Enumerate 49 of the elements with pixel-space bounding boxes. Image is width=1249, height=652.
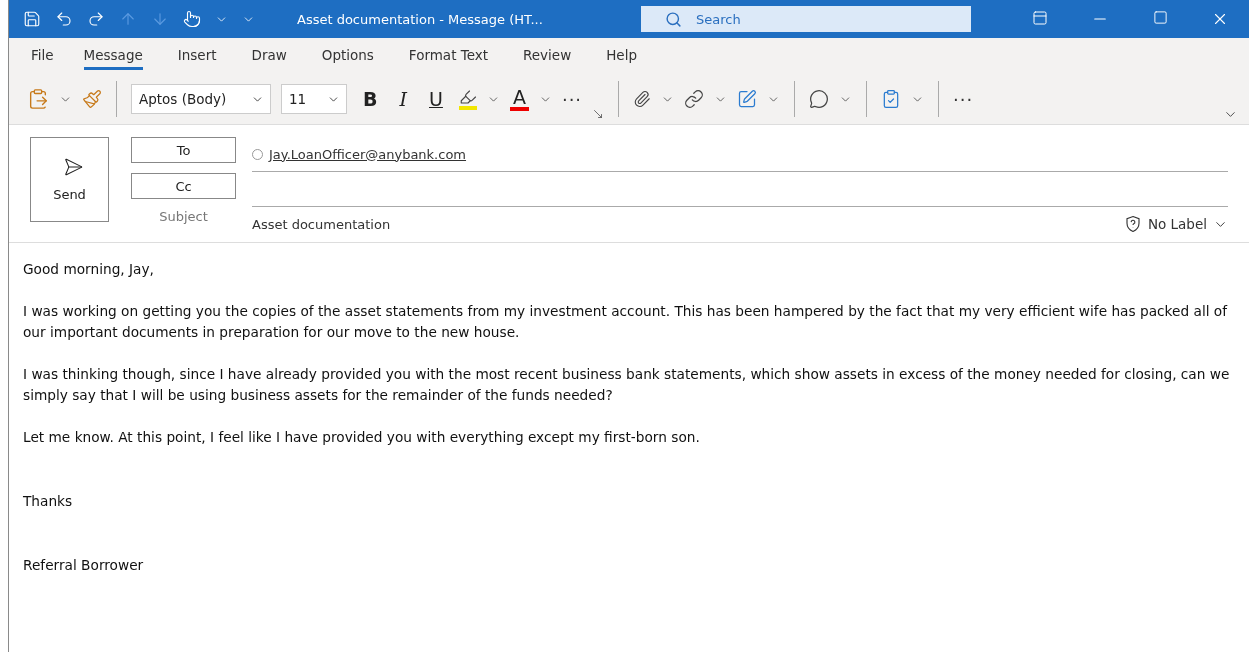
menu-tab[interactable]: Draw bbox=[251, 42, 287, 70]
redo-icon[interactable] bbox=[87, 10, 105, 28]
body-paragraph: I was thinking though, since I have already provided you with the most recent business bank statements, which show assets in excess of the money needed for closing, can we simply say that I will be using business assets for the remainder of the funds needed? bbox=[23, 365, 1230, 405]
maximize-icon[interactable] bbox=[1152, 10, 1168, 25]
paste-icon[interactable] bbox=[27, 88, 49, 110]
subject-label: Subject bbox=[159, 209, 208, 224]
to-field[interactable]: Jay.LoanOfficer@anybank.com bbox=[252, 137, 1228, 172]
menu-tab[interactable]: Message bbox=[83, 42, 143, 70]
subject-field[interactable]: Asset documentation bbox=[252, 216, 391, 232]
to-button[interactable]: To bbox=[131, 137, 236, 163]
dialog-launcher-icon[interactable] bbox=[592, 108, 605, 120]
menu-tab[interactable]: Help bbox=[606, 42, 637, 70]
undo-icon[interactable] bbox=[55, 10, 73, 28]
down-arrow-icon[interactable] bbox=[151, 10, 169, 28]
body-paragraph: I was working on getting you the copies of the asset statements from my investment account. This has been hampered by the fact that my very efficient wife has packed all of our important documents in preparation for our move to the new house. bbox=[23, 302, 1229, 342]
recipient-link[interactable]: Jay.LoanOfficer@anybank.com bbox=[269, 146, 467, 162]
more-button[interactable]: ··· bbox=[953, 88, 974, 110]
underline-button[interactable]: U bbox=[423, 88, 449, 110]
bold-button[interactable]: B bbox=[357, 88, 384, 110]
ribbon-display-icon[interactable] bbox=[1032, 10, 1048, 26]
more-button[interactable]: ··· bbox=[561, 88, 583, 110]
shield-question-icon bbox=[1123, 215, 1142, 233]
font-size-select[interactable]: 11 bbox=[281, 84, 347, 114]
cc-button[interactable]: Cc bbox=[131, 173, 236, 199]
menu-tab[interactable]: Review bbox=[523, 42, 572, 70]
window-title: Asset documentation - Message (HT... bbox=[297, 11, 544, 27]
menu-tab[interactable]: File bbox=[31, 42, 54, 70]
send-button[interactable]: Send bbox=[30, 137, 109, 222]
link-icon[interactable] bbox=[684, 89, 705, 109]
italic-button[interactable]: I bbox=[393, 88, 413, 110]
attach-icon[interactable] bbox=[633, 90, 652, 108]
search-icon bbox=[665, 10, 682, 28]
touch-icon[interactable] bbox=[183, 10, 201, 28]
font-select[interactable]: Aptos (Body) bbox=[131, 84, 271, 114]
font-color-button[interactable]: A bbox=[509, 87, 529, 111]
format-painter-icon[interactable] bbox=[82, 89, 102, 109]
sensitivity-button[interactable]: No Label bbox=[1123, 215, 1228, 233]
highlighter-icon[interactable] bbox=[458, 88, 477, 110]
body-paragraph: Good morning, Jay, bbox=[23, 260, 155, 279]
menu-tab[interactable]: Format Text bbox=[408, 42, 489, 70]
save-icon[interactable] bbox=[23, 10, 41, 28]
search-field[interactable]: Search bbox=[641, 6, 971, 32]
menu-tab[interactable]: Insert bbox=[177, 42, 217, 70]
body-paragraph: Referral Borrower bbox=[23, 556, 145, 575]
body-paragraph: Thanks bbox=[23, 492, 74, 511]
body-paragraph: Let me know. At this point, I feel like I have provided you with everything except my first-born son. bbox=[23, 428, 701, 447]
signature-icon[interactable] bbox=[737, 89, 758, 109]
menu-tab[interactable]: Options bbox=[321, 42, 374, 70]
chat-icon[interactable] bbox=[809, 89, 830, 109]
